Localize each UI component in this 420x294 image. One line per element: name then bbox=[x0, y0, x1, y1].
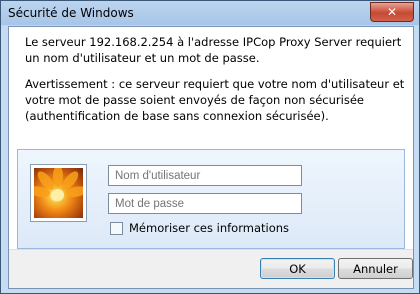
close-button[interactable]: ✕ bbox=[370, 2, 414, 22]
ok-button[interactable]: OK bbox=[260, 258, 335, 279]
window-title: Sécurité de Windows bbox=[8, 6, 134, 20]
button-bar: OK Annuler bbox=[9, 249, 413, 288]
cancel-button[interactable]: Annuler bbox=[338, 258, 413, 279]
username-input[interactable] bbox=[108, 165, 302, 186]
security-dialog: Sécurité de Windows ✕ Le serveur 192.168… bbox=[0, 0, 420, 294]
remember-label: Mémoriser ces informations bbox=[129, 221, 290, 235]
credential-panel: Mémoriser ces informations bbox=[17, 149, 405, 249]
user-avatar-icon bbox=[31, 165, 86, 221]
remember-checkbox[interactable] bbox=[110, 221, 123, 235]
title-bar: Sécurité de Windows ✕ bbox=[1, 1, 419, 25]
remember-option[interactable]: Mémoriser ces informations bbox=[110, 221, 289, 235]
close-icon: ✕ bbox=[386, 5, 398, 19]
security-warning: Avertissement : ce serveur requiert que … bbox=[25, 77, 405, 123]
dialog-content: Le serveur 192.168.2.254 à l'adresse IPC… bbox=[8, 26, 414, 289]
password-input[interactable] bbox=[108, 193, 302, 214]
server-message: Le serveur 192.168.2.254 à l'adresse IPC… bbox=[25, 35, 402, 65]
